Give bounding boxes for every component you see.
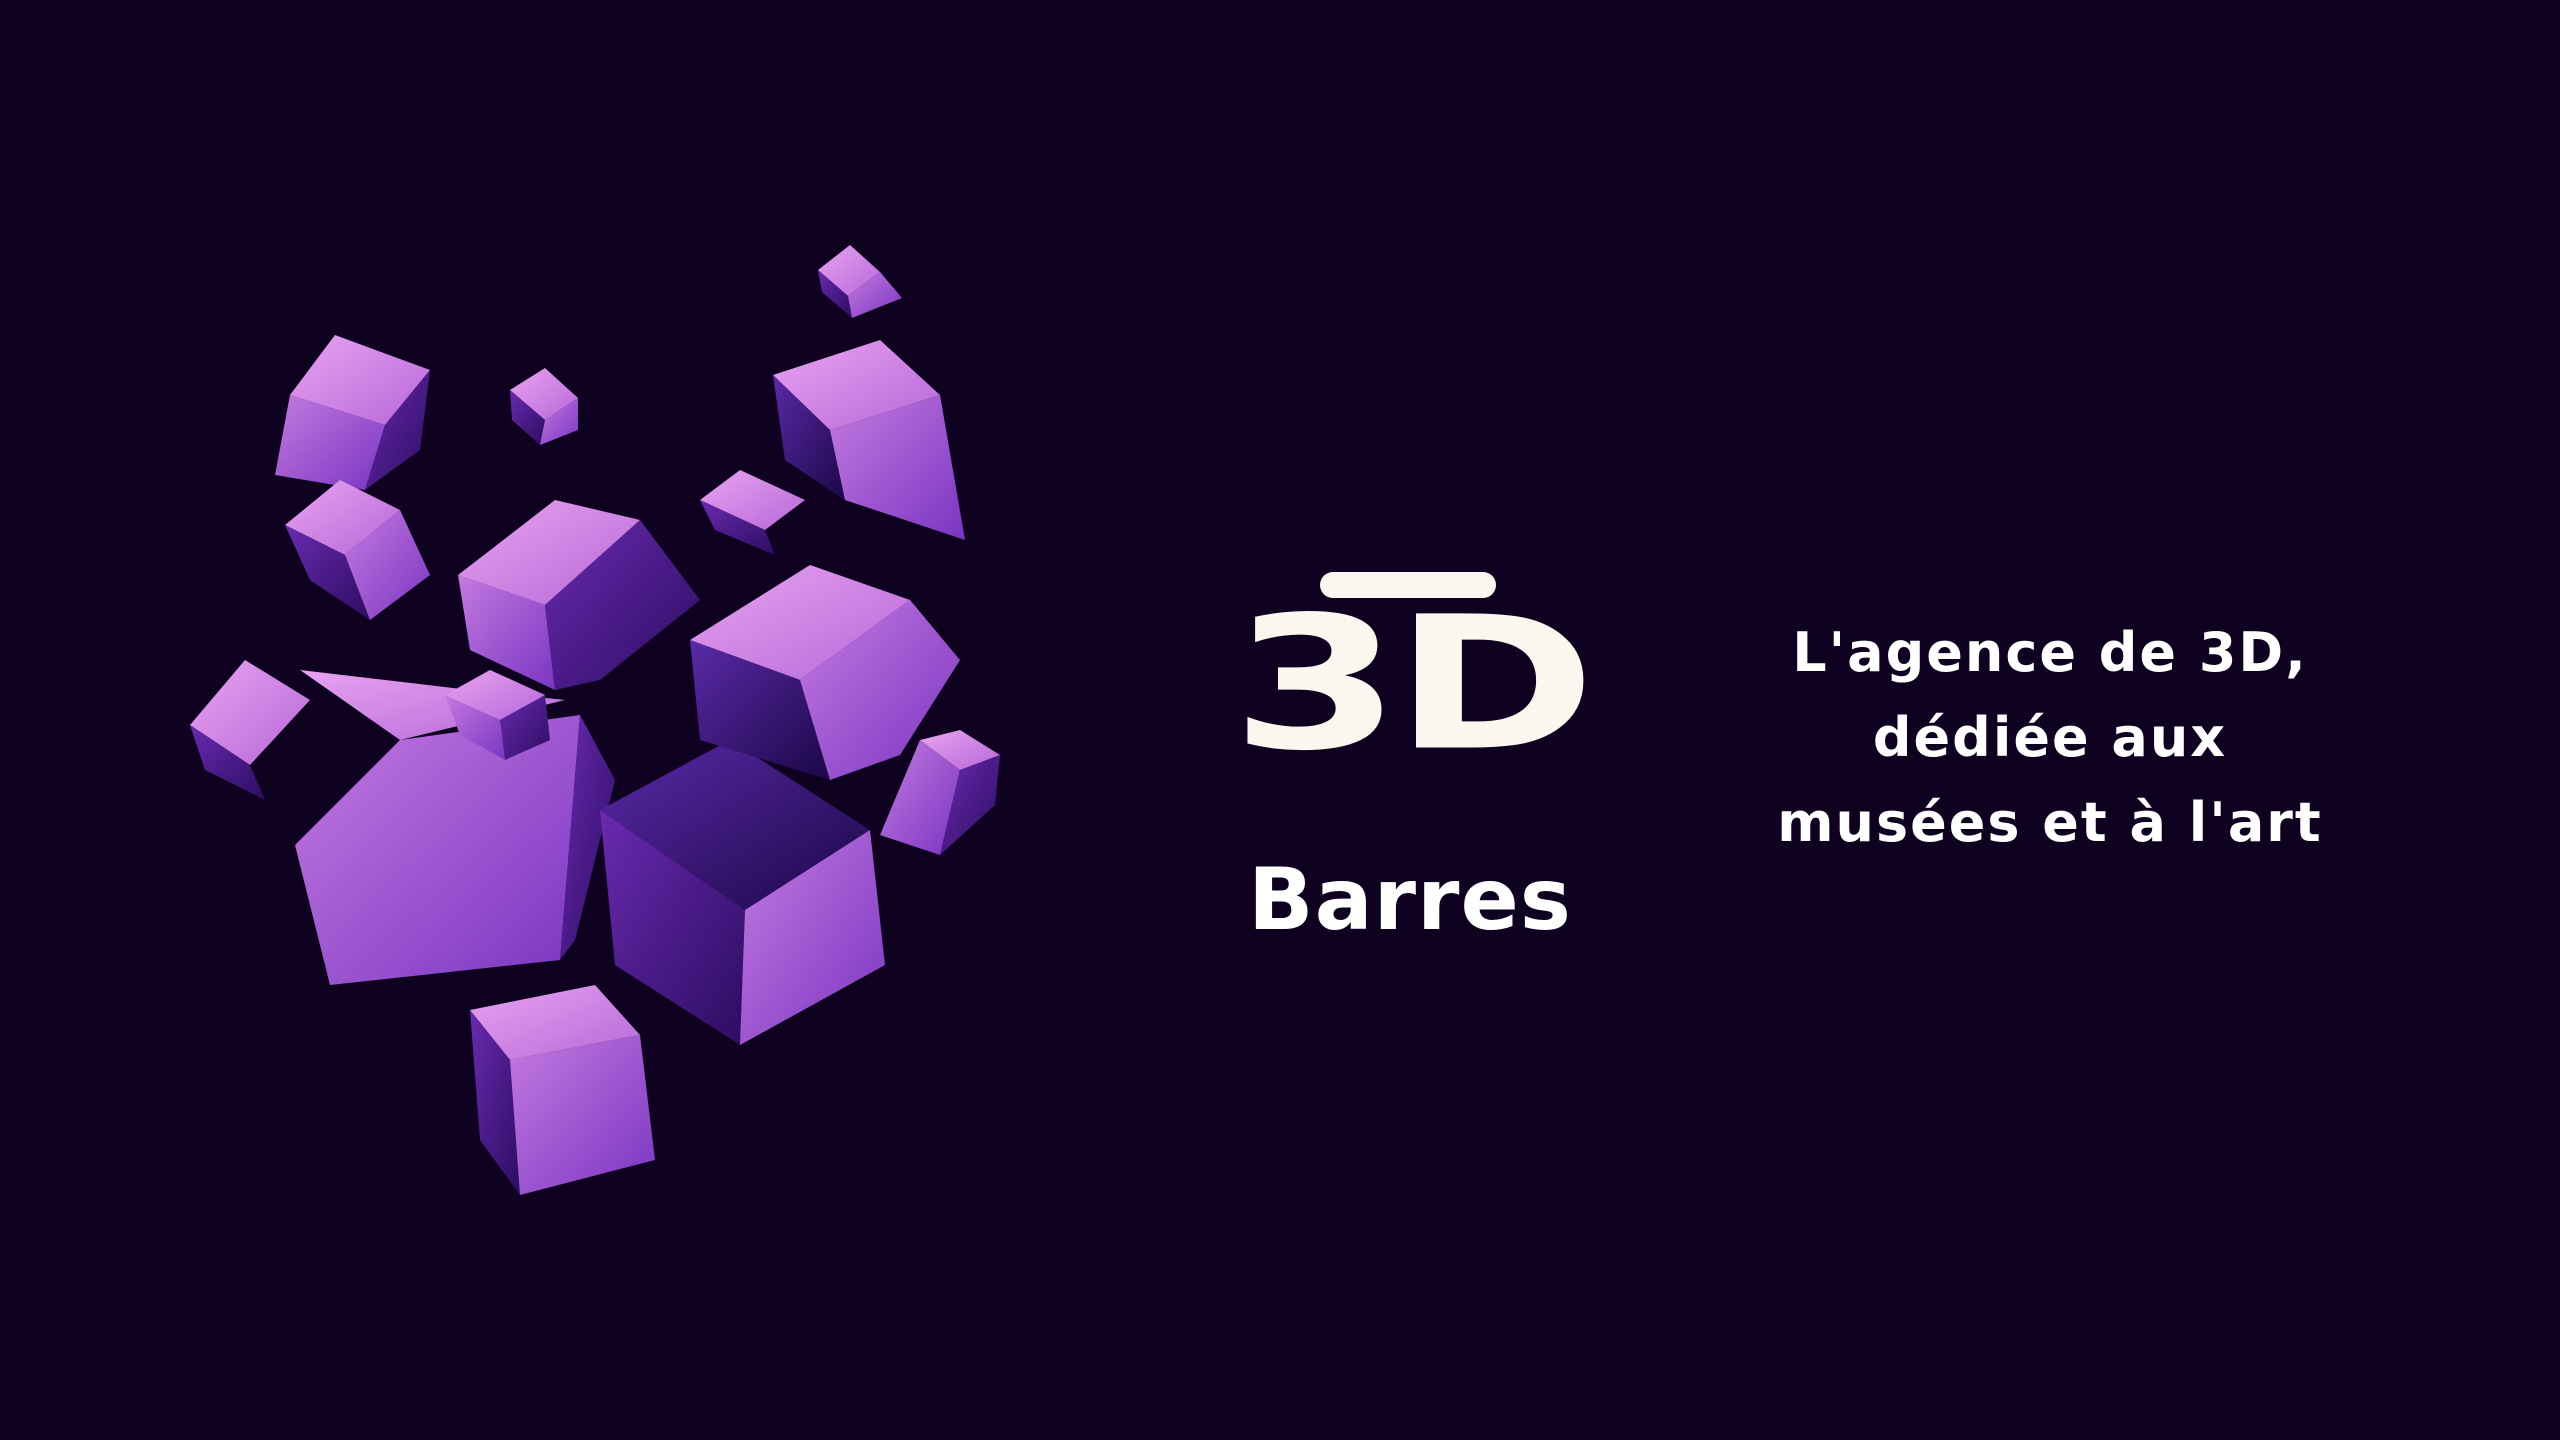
tagline-line-2: dédiée aux [1872,706,2228,769]
cube-upper-right [773,340,965,540]
tagline-line-3: musées et à l'art [1777,791,2323,854]
logo-mark: 3D [1231,577,1596,792]
tagline-line-1: L'agence de 3D, [1792,621,2308,684]
floating-cubes-illustration [190,245,1000,1195]
cube-left-small [285,480,430,620]
cube-far-left [190,660,310,800]
cube-large-center [600,740,885,1045]
cube-bottom [470,985,655,1195]
logo-name: Barres [1248,850,1572,950]
cube-tiny-top [510,368,578,445]
cube-tiny-upper-right [818,245,902,318]
hero-banner: 3D Barres L'agence de 3D, dédiée aux mus… [0,0,2560,1440]
cube-mid-small [700,470,805,555]
cube-top-left [275,335,430,490]
cube-top-center [458,500,700,690]
logo: 3D Barres [1180,560,1640,980]
tagline: L'agence de 3D, dédiée aux musées et à l… [1710,610,2390,865]
